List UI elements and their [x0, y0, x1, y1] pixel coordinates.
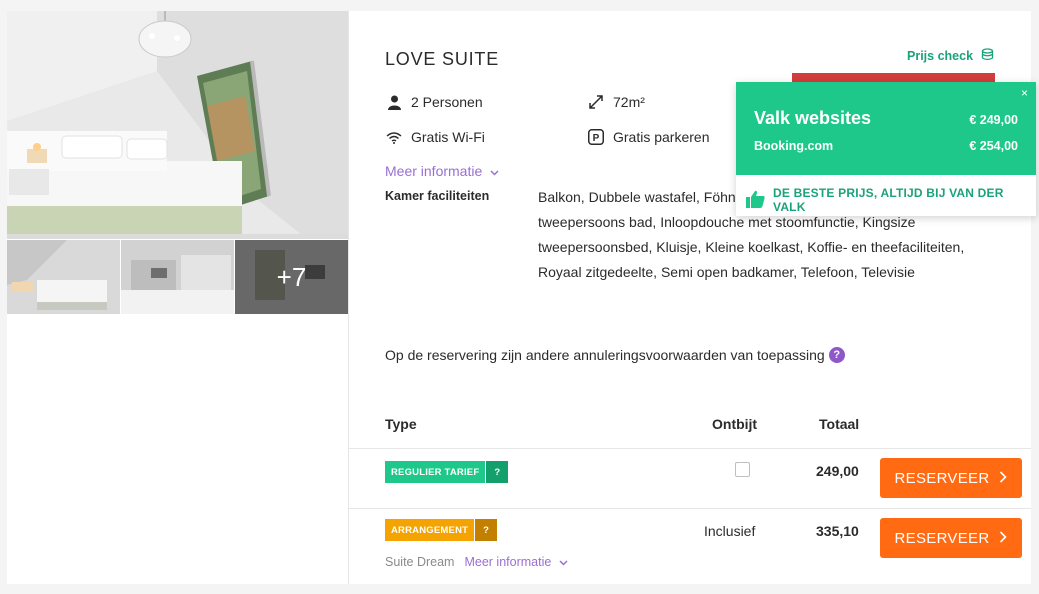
- column-header-total: Totaal: [819, 416, 860, 432]
- facilities-label: Kamer faciliteiten: [385, 189, 490, 203]
- persons-label: 2 Personen: [411, 94, 483, 110]
- feature-wifi: Gratis Wi-Fi: [385, 128, 485, 146]
- reserve-button-label: RESERVEER: [894, 529, 990, 547]
- parking-icon: P: [587, 128, 605, 146]
- feature-size: 72m²: [587, 93, 645, 111]
- cancellation-text: Op de reservering zijn andere annulering…: [385, 347, 825, 363]
- price-source-name: Valk websites: [754, 108, 872, 128]
- rate-badge-package: ARRANGEMENT ?: [385, 519, 498, 541]
- expand-arrows-icon: [587, 93, 605, 111]
- feature-persons: 2 Personen: [385, 93, 483, 111]
- room-main-photo[interactable]: [7, 11, 348, 239]
- package-more-info-link[interactable]: Meer informatie: [464, 555, 568, 569]
- reserve-button-label: RESERVEER: [894, 469, 990, 487]
- wifi-icon: [385, 128, 403, 146]
- svg-text:P: P: [593, 133, 600, 144]
- parking-label: Gratis parkeren: [613, 129, 710, 145]
- reserve-button[interactable]: RESERVEER: [880, 458, 1022, 498]
- total-price: 249,00: [816, 463, 859, 479]
- chevron-right-icon: [999, 470, 1008, 487]
- photo-thumbnails: +7: [7, 240, 348, 314]
- table-divider: [349, 508, 1031, 509]
- rate-help-icon[interactable]: ?: [475, 519, 498, 541]
- room-title: LOVE SUITE: [385, 49, 500, 69]
- size-label: 72m²: [613, 94, 645, 110]
- package-name: Suite Dream: [385, 555, 455, 569]
- package-details: Suite Dream Meer informatie: [385, 555, 568, 569]
- more-photos-count: +7: [235, 240, 348, 314]
- package-more-info-label: Meer informatie: [464, 555, 552, 569]
- price-source-value: € 249,00: [969, 113, 1018, 127]
- rate-badge-label: REGULIER TARIEF: [385, 461, 486, 483]
- chevron-down-icon: [490, 163, 499, 179]
- best-price-text: DE BESTE PRIJS, ALTIJD BIJ VAN DER VALK: [773, 186, 1004, 214]
- rate-badge-regular: REGULIER TARIEF ?: [385, 461, 509, 483]
- column-header-type: Type: [385, 416, 417, 432]
- price-source-value: € 254,00: [969, 139, 1018, 153]
- room-card: +7 LOVE SUITE 2 Personen 72m² Gratis Wi-…: [7, 11, 1036, 584]
- person-icon: [385, 93, 403, 111]
- thumbnail-1[interactable]: [7, 240, 120, 314]
- rate-badge-label: ARRANGEMENT: [385, 519, 475, 541]
- breakfast-included: Inclusief: [704, 523, 756, 539]
- thumbnail-2[interactable]: [121, 240, 234, 314]
- reserve-button[interactable]: RESERVEER: [880, 518, 1022, 558]
- column-header-breakfast: Ontbijt: [712, 416, 758, 432]
- coins-icon: [981, 48, 994, 64]
- more-info-link[interactable]: Meer informatie: [385, 163, 499, 179]
- thumbs-up-icon: [746, 190, 765, 211]
- cancellation-note: Op de reservering zijn andere annulering…: [385, 347, 845, 363]
- price-check-link[interactable]: Prijs check: [907, 48, 994, 64]
- vertical-divider: [348, 11, 349, 584]
- wifi-label: Gratis Wi-Fi: [411, 129, 485, 145]
- help-icon[interactable]: ?: [828, 347, 845, 363]
- thumbnail-more[interactable]: +7: [235, 240, 348, 314]
- price-source-name: Booking.com: [754, 139, 834, 153]
- chevron-right-icon: [999, 530, 1008, 547]
- price-row-booking: Booking.com € 254,00: [754, 139, 1018, 153]
- more-info-label: Meer informatie: [385, 163, 483, 179]
- price-comparison-panel: × Valk websites € 249,00 Booking.com € 2…: [736, 82, 1036, 175]
- feature-parking: P Gratis parkeren: [587, 128, 709, 146]
- breakfast-checkbox[interactable]: [735, 462, 750, 477]
- price-check-popup: × Valk websites € 249,00 Booking.com € 2…: [736, 82, 1036, 216]
- chevron-down-icon: [559, 555, 568, 569]
- table-divider: [349, 448, 1031, 449]
- total-price: 335,10: [816, 523, 859, 539]
- best-price-note: DE BESTE PRIJS, ALTIJD BIJ VAN DER VALK: [746, 186, 1036, 214]
- close-icon[interactable]: ×: [1021, 86, 1028, 100]
- price-row-valk: Valk websites € 249,00: [754, 108, 1018, 129]
- rate-help-icon[interactable]: ?: [486, 461, 509, 483]
- price-check-label: Prijs check: [907, 49, 974, 63]
